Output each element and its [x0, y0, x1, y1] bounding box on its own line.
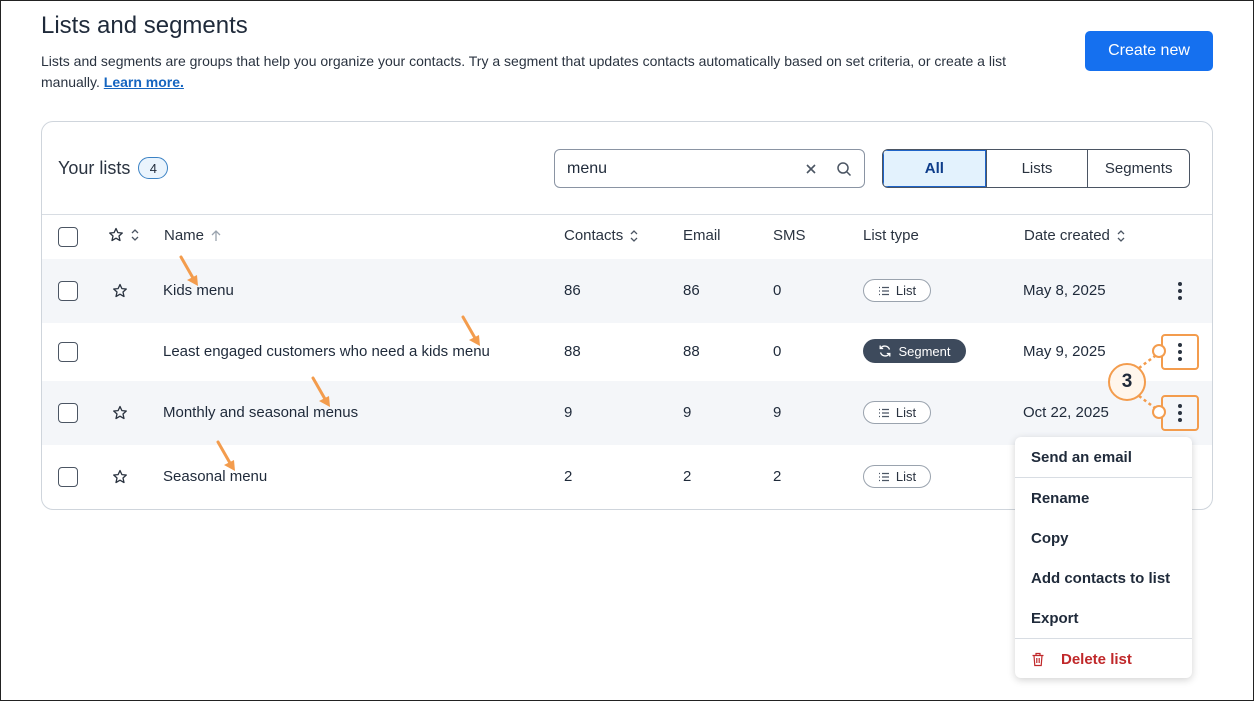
- menu-divider: [1015, 638, 1192, 639]
- highlight-dot: [1152, 344, 1166, 358]
- menu-export[interactable]: Export: [1031, 610, 1079, 627]
- trash-icon: [1032, 652, 1044, 667]
- delete-list-label: Delete list: [1061, 651, 1132, 668]
- menu-send-email[interactable]: Send an email: [1031, 449, 1132, 466]
- menu-divider: [1015, 477, 1192, 478]
- step-callout: 3: [1108, 363, 1146, 401]
- menu-rename[interactable]: Rename: [1031, 490, 1089, 507]
- highlight-dot: [1152, 405, 1166, 419]
- menu-delete-list[interactable]: Delete list: [1031, 651, 1132, 668]
- menu-add-contacts[interactable]: Add contacts to list: [1031, 570, 1170, 587]
- row-actions-menu: Send an email Rename Copy Add contacts t…: [1015, 437, 1192, 678]
- menu-copy[interactable]: Copy: [1031, 530, 1069, 547]
